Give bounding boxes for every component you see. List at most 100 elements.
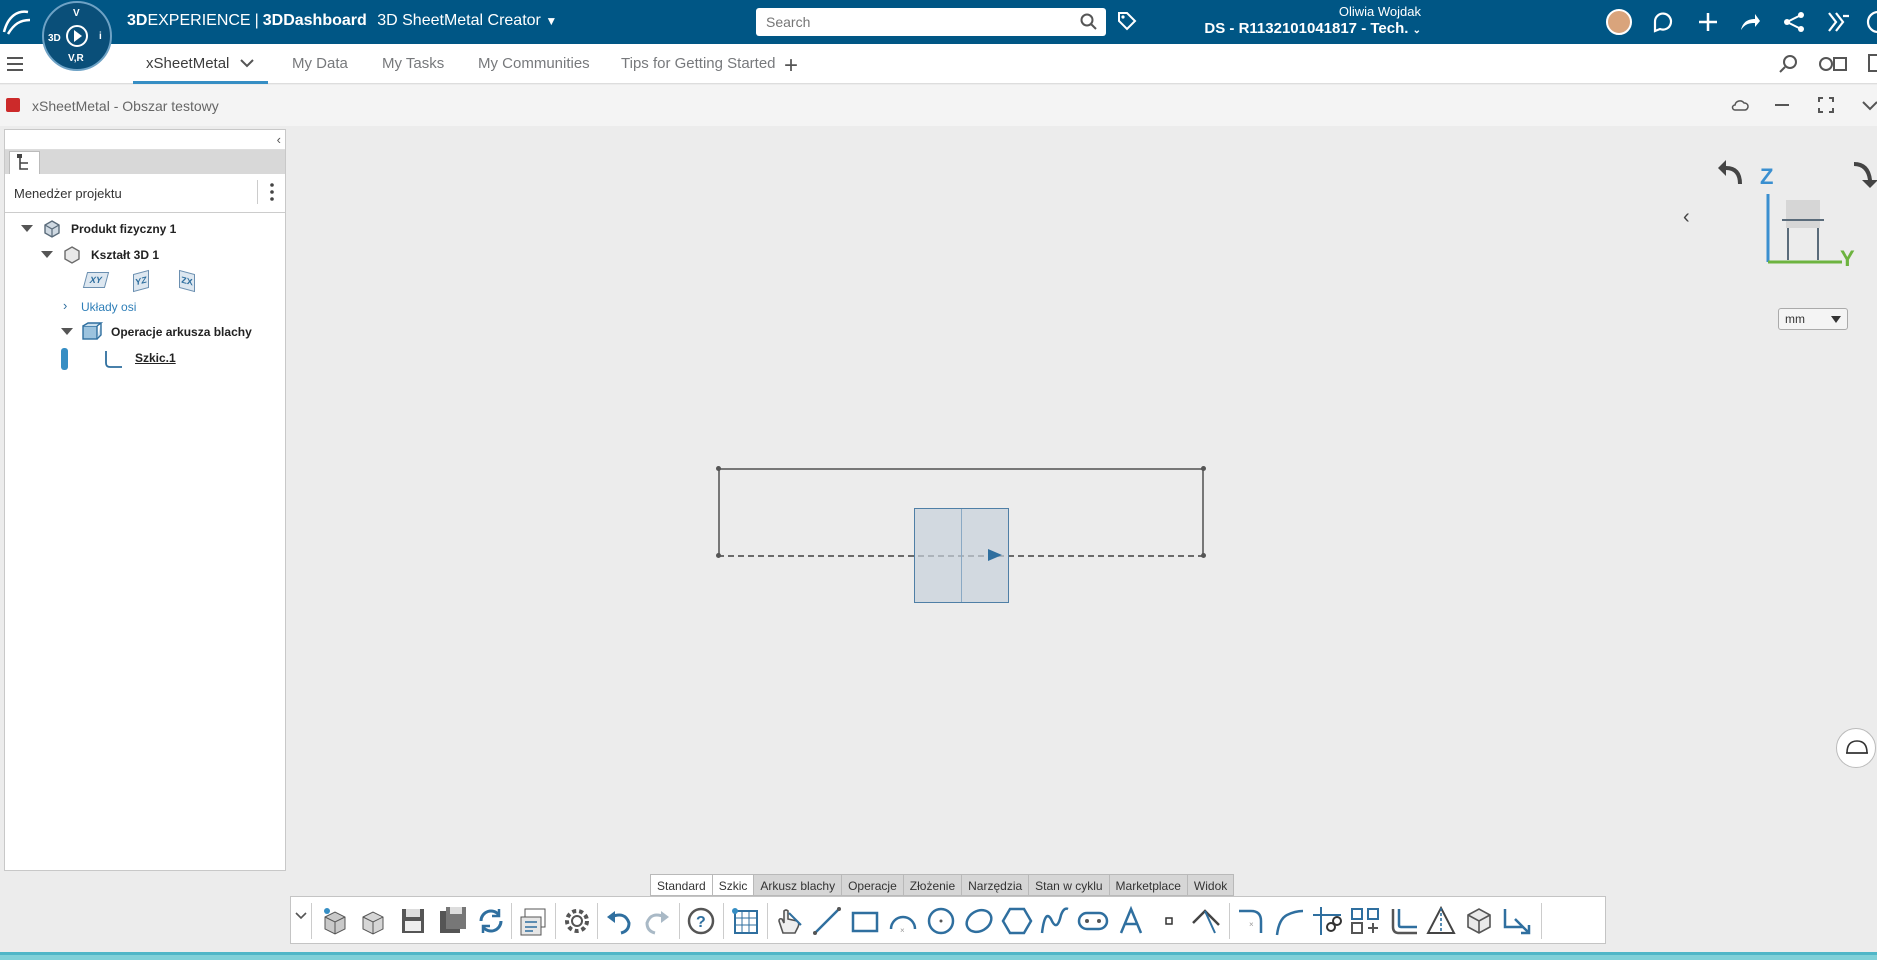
- view-compass[interactable]: Z Y: [1708, 150, 1877, 280]
- rotate-right-icon[interactable]: [1852, 158, 1877, 188]
- trim-tool-icon[interactable]: [1311, 905, 1343, 937]
- ellipse-tool-icon[interactable]: [963, 905, 995, 937]
- tab-zlozenie[interactable]: Złożenie: [903, 874, 963, 896]
- refresh-icon[interactable]: [475, 905, 507, 937]
- redo-icon[interactable]: [641, 905, 673, 937]
- ds-logo-icon[interactable]: [0, 6, 34, 40]
- minimize-icon[interactable]: [1774, 97, 1790, 113]
- tab-my-data[interactable]: My Data: [292, 55, 348, 72]
- tab-my-communities[interactable]: My Communities: [478, 55, 590, 72]
- chevron-down-icon[interactable]: [240, 58, 254, 68]
- help-icon[interactable]: [1866, 10, 1877, 34]
- compass-north[interactable]: V: [73, 8, 80, 19]
- tab-standard[interactable]: Standard: [650, 874, 713, 896]
- spline-tool-icon[interactable]: [1039, 905, 1071, 937]
- corner-tool-icon[interactable]: ×: [1235, 905, 1267, 937]
- circle-tool-icon[interactable]: [925, 905, 957, 937]
- tenant-selector[interactable]: DS - R1132101041817 - Tech. ⌄: [1204, 20, 1421, 37]
- search-box[interactable]: [756, 8, 1106, 36]
- assistant-button[interactable]: [1836, 728, 1876, 768]
- user-name[interactable]: Oliwia Wojdak: [1339, 4, 1421, 19]
- tab-stan-w-cyklu[interactable]: Stan w cyklu: [1029, 874, 1110, 896]
- save-icon[interactable]: [397, 905, 429, 937]
- settings-gear-icon[interactable]: [561, 905, 593, 937]
- save-all-icon[interactable]: [437, 905, 469, 937]
- sketch-vertex[interactable]: [1201, 466, 1206, 471]
- search-people-icon[interactable]: [1778, 54, 1800, 74]
- tree-tab[interactable]: [9, 151, 40, 174]
- network-icon[interactable]: [1782, 10, 1806, 34]
- app-title[interactable]: 3DEXPERIENCE | 3DDashboard 3D SheetMetal C…: [127, 12, 557, 30]
- chevron-down-icon[interactable]: ▼: [545, 14, 557, 28]
- play-icon[interactable]: [66, 25, 88, 47]
- media-icon[interactable]: [1818, 54, 1848, 74]
- compass-widget[interactable]: V 3D i V,R: [42, 1, 112, 71]
- sketch-grid-icon[interactable]: [729, 905, 761, 937]
- chat-icon[interactable]: [1651, 10, 1675, 34]
- undo-icon[interactable]: [603, 905, 635, 937]
- tab-arkusz-blachy[interactable]: Arkusz blachy: [754, 874, 843, 896]
- sketch-vertex[interactable]: [1201, 553, 1206, 558]
- project-manager-label: Menedżer projektu: [14, 186, 122, 201]
- collapse-panel-icon[interactable]: ‹: [277, 132, 281, 147]
- compass-west[interactable]: 3D: [48, 33, 61, 44]
- chevron-down-icon[interactable]: [1862, 97, 1877, 113]
- expand-triangle-icon[interactable]: [41, 251, 53, 258]
- add-icon[interactable]: [1696, 10, 1720, 34]
- direction-arrow-icon[interactable]: [988, 549, 1002, 561]
- rectangle-tool-icon[interactable]: [849, 905, 881, 937]
- sketch-vertex[interactable]: [716, 466, 721, 471]
- tab-operacje[interactable]: Operacje: [842, 874, 904, 896]
- exit-sketch-icon[interactable]: [1501, 905, 1533, 937]
- properties-icon[interactable]: [517, 905, 549, 937]
- panel-toggle-icon[interactable]: [1868, 54, 1877, 72]
- expand-triangle-icon[interactable]: [61, 328, 73, 335]
- tab-szkic[interactable]: Szkic: [712, 874, 755, 896]
- rotate-left-icon[interactable]: [1716, 158, 1746, 188]
- compass-east[interactable]: i: [99, 31, 102, 42]
- more-options-icon[interactable]: [264, 180, 280, 204]
- offset-tool-icon[interactable]: [1387, 905, 1419, 937]
- menu-icon[interactable]: [6, 54, 24, 74]
- tab-marketplace[interactable]: Marketplace: [1109, 874, 1188, 896]
- search-input[interactable]: [756, 8, 1056, 36]
- unit-selector[interactable]: mm: [1778, 308, 1848, 330]
- avatar[interactable]: [1606, 9, 1632, 35]
- compass-south[interactable]: V,R: [68, 53, 84, 64]
- plane-yz-icon[interactable]: YZ: [133, 269, 149, 293]
- text-tool-icon[interactable]: [1115, 905, 1147, 937]
- dimension-tool-icon[interactable]: [1425, 905, 1457, 937]
- tab-xsheetmetal[interactable]: xSheetMetal: [146, 55, 229, 72]
- tab-my-tasks[interactable]: My Tasks: [382, 55, 444, 72]
- add-tab-icon[interactable]: +: [784, 52, 798, 80]
- expand-triangle-icon[interactable]: [21, 225, 33, 232]
- share-arrow-icon[interactable]: [1738, 10, 1762, 34]
- search-icon[interactable]: [1080, 13, 1098, 31]
- tab-tips[interactable]: Tips for Getting Started: [621, 55, 776, 72]
- apps-compass-icon[interactable]: [1826, 10, 1852, 34]
- arc-tool-icon[interactable]: ×: [887, 905, 919, 937]
- maximize-icon[interactable]: [1818, 97, 1834, 113]
- select-hand-icon[interactable]: [773, 905, 805, 937]
- cloud-icon[interactable]: [1730, 97, 1750, 113]
- point-tool-icon[interactable]: [1153, 905, 1185, 937]
- help-icon[interactable]: ?: [685, 905, 717, 937]
- chevron-right-icon[interactable]: ›: [63, 298, 67, 313]
- new-part-icon[interactable]: [319, 905, 351, 937]
- plane-xy-icon[interactable]: XY: [82, 272, 110, 288]
- open-part-icon[interactable]: [357, 905, 389, 937]
- mirror-tool-icon[interactable]: [1349, 905, 1381, 937]
- sketch-vertex[interactable]: [716, 553, 721, 558]
- plane-zx-icon[interactable]: ZX: [179, 269, 195, 293]
- 3d-view-icon[interactable]: [1463, 905, 1495, 937]
- polygon-tool-icon[interactable]: [1001, 905, 1033, 937]
- chamfer-tool-icon[interactable]: [1273, 905, 1305, 937]
- slot-tool-icon[interactable]: [1077, 905, 1109, 937]
- tab-narzedzia[interactable]: Narzędzia: [962, 874, 1030, 896]
- line-tool-icon[interactable]: [811, 905, 843, 937]
- collapse-compass-icon[interactable]: ‹: [1683, 206, 1690, 229]
- tab-widok[interactable]: Widok: [1187, 874, 1235, 896]
- chevron-down-icon[interactable]: [295, 911, 307, 921]
- construction-tool-icon[interactable]: [1191, 905, 1223, 937]
- tag-icon[interactable]: [1116, 10, 1138, 32]
